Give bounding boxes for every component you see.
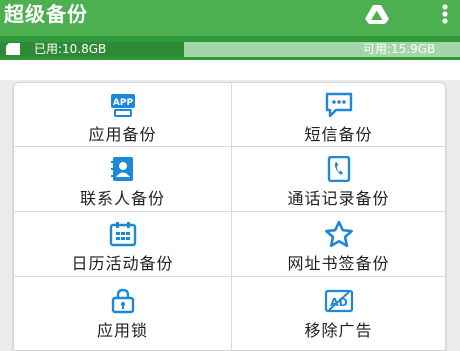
phone-icon	[324, 156, 354, 182]
menu-item-label: 网址书签备份	[287, 254, 390, 273]
backup-menu-grid: APP 应用备份 短信备份 联系人备份 通话记录备份 日历活动备份 网址书签备份…	[14, 83, 445, 350]
google-drive-icon	[365, 5, 389, 24]
menu-item-sms-backup[interactable]: 短信备份	[232, 83, 445, 147]
contacts-icon	[108, 156, 138, 182]
backup-menu-card: APP 应用备份 短信备份 联系人备份 通话记录备份 日历活动备份 网址书签备份…	[13, 82, 446, 351]
menu-item-contacts-backup[interactable]: 联系人备份	[14, 147, 232, 212]
overflow-menu-button[interactable]	[432, 0, 458, 28]
lock-icon	[108, 288, 138, 314]
spacer	[0, 60, 460, 80]
google-drive-button[interactable]	[362, 2, 392, 26]
calendar-icon	[108, 221, 138, 247]
menu-item-label: 移除广告	[304, 321, 373, 340]
menu-item-label: 日历活动备份	[71, 254, 174, 273]
menu-item-bookmark-backup[interactable]: 网址书签备份	[232, 212, 445, 277]
menu-item-app-backup[interactable]: APP 应用备份	[14, 83, 232, 147]
storage-bar: 已用:10.8GB 可用:15.9GB	[0, 36, 460, 60]
menu-item-label: 应用锁	[96, 321, 148, 340]
app-title: 超级备份	[4, 2, 88, 26]
star-icon	[324, 220, 354, 248]
menu-item-label: 通话记录备份	[287, 189, 390, 208]
message-icon	[324, 92, 354, 118]
ad-block-icon: AD	[324, 288, 354, 314]
svg-text:APP: APP	[112, 98, 133, 108]
sd-card-icon	[6, 43, 20, 55]
more-vert-icon	[442, 4, 448, 24]
menu-item-label: 短信备份	[304, 125, 373, 144]
menu-item-app-lock[interactable]: 应用锁	[14, 277, 232, 350]
menu-item-label: 应用备份	[88, 125, 157, 144]
menu-item-remove-ads[interactable]: AD 移除广告	[232, 277, 445, 350]
storage-used-label: 已用:10.8GB	[34, 42, 107, 56]
storage-free-label: 可用:15.9GB	[363, 42, 436, 56]
app-bar: 超级备份	[0, 0, 460, 36]
menu-item-calendar-backup[interactable]: 日历活动备份	[14, 212, 232, 277]
app-icon: APP	[108, 92, 138, 118]
menu-item-call-log-backup[interactable]: 通话记录备份	[232, 147, 445, 212]
menu-item-label: 联系人备份	[79, 189, 165, 208]
